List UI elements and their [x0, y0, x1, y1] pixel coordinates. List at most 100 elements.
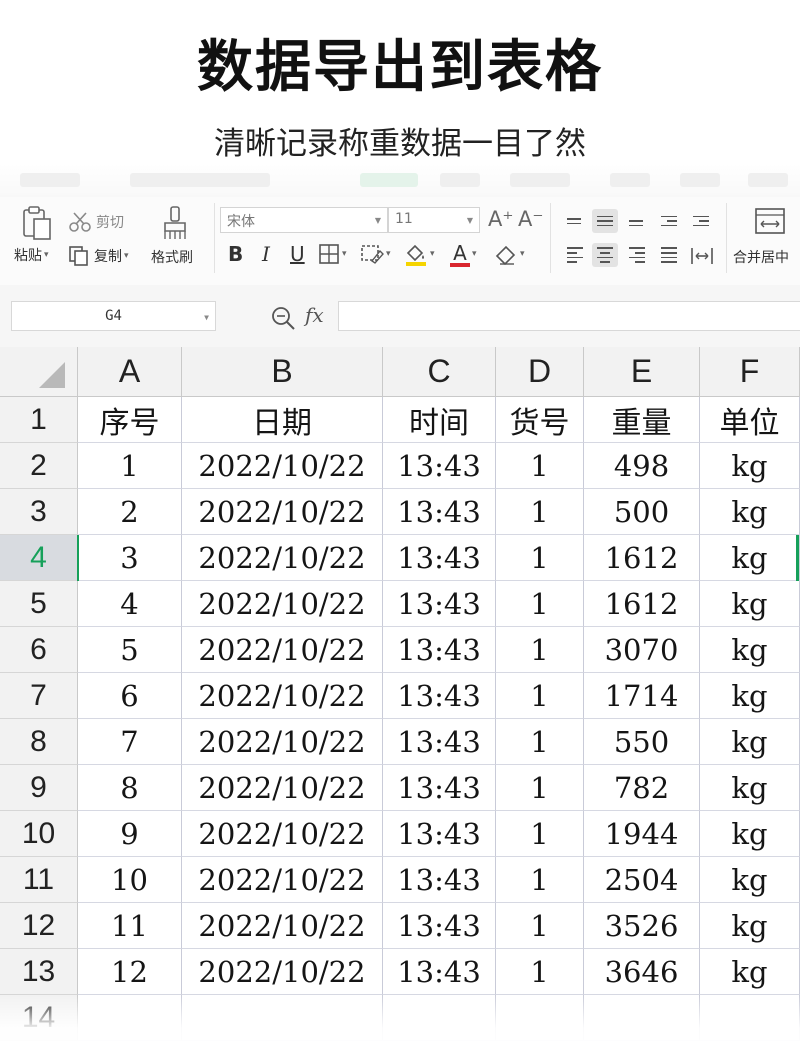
align-center-button[interactable]: [592, 243, 618, 267]
merge-center-button[interactable]: [754, 207, 786, 235]
table-cell[interactable]: 1944: [584, 811, 700, 857]
fill-color-button[interactable]: ▾: [404, 239, 435, 269]
indent-decrease-button[interactable]: [656, 209, 682, 233]
row-header-3[interactable]: 3: [0, 489, 78, 535]
table-cell[interactable]: kg: [700, 443, 800, 489]
italic-button[interactable]: I: [262, 239, 270, 269]
table-cell[interactable]: 2022/10/22: [182, 857, 383, 903]
fx-icon[interactable]: fx: [305, 303, 324, 327]
table-cell[interactable]: 13:43: [383, 535, 496, 581]
table-cell[interactable]: 1: [496, 535, 584, 581]
header-cell[interactable]: 时间: [383, 397, 496, 443]
header-cell[interactable]: 重量: [584, 397, 700, 443]
table-cell[interactable]: 1: [78, 443, 182, 489]
align-top-button[interactable]: [562, 209, 588, 233]
header-cell[interactable]: 货号: [496, 397, 584, 443]
table-cell[interactable]: 8: [78, 765, 182, 811]
column-header-f[interactable]: F: [700, 347, 800, 397]
table-cell[interactable]: 2022/10/22: [182, 673, 383, 719]
header-cell[interactable]: 序号: [78, 397, 182, 443]
table-cell[interactable]: 11: [78, 903, 182, 949]
table-cell[interactable]: kg: [700, 857, 800, 903]
font-name-select[interactable]: 宋体 ▼: [220, 207, 388, 233]
row-header-6[interactable]: 6: [0, 627, 78, 673]
shrink-font-button[interactable]: A⁻: [518, 207, 543, 231]
table-cell[interactable]: 1: [496, 811, 584, 857]
table-cell[interactable]: 1612: [584, 535, 700, 581]
table-cell[interactable]: kg: [700, 903, 800, 949]
table-cell[interactable]: 13:43: [383, 673, 496, 719]
distributed-align-button[interactable]: [690, 245, 714, 267]
table-cell[interactable]: 13:43: [383, 489, 496, 535]
table-cell[interactable]: kg: [700, 627, 800, 673]
select-all-corner[interactable]: [0, 347, 78, 397]
column-header-e[interactable]: E: [584, 347, 700, 397]
table-cell[interactable]: 13:43: [383, 719, 496, 765]
table-cell[interactable]: 10: [78, 857, 182, 903]
align-bottom-button[interactable]: [624, 209, 650, 233]
table-cell[interactable]: 6: [78, 673, 182, 719]
table-cell[interactable]: kg: [700, 949, 800, 995]
table-cell[interactable]: 13:43: [383, 581, 496, 627]
indent-increase-button[interactable]: [688, 209, 714, 233]
table-cell[interactable]: 1: [496, 857, 584, 903]
table-cell[interactable]: 500: [584, 489, 700, 535]
table-cell[interactable]: 2022/10/22: [182, 489, 383, 535]
table-cell[interactable]: kg: [700, 673, 800, 719]
table-cell[interactable]: 2022/10/22: [182, 443, 383, 489]
table-cell[interactable]: [383, 995, 496, 1041]
table-cell[interactable]: 13:43: [383, 443, 496, 489]
justify-button[interactable]: [656, 243, 682, 267]
table-cell[interactable]: 2022/10/22: [182, 719, 383, 765]
align-middle-button[interactable]: [592, 209, 618, 233]
header-cell[interactable]: 单位: [700, 397, 800, 443]
row-header-8[interactable]: 8: [0, 719, 78, 765]
table-cell[interactable]: 1: [496, 489, 584, 535]
table-cell[interactable]: kg: [700, 765, 800, 811]
table-cell[interactable]: 3070: [584, 627, 700, 673]
column-header-b[interactable]: B: [182, 347, 383, 397]
table-cell[interactable]: 12: [78, 949, 182, 995]
table-cell[interactable]: 498: [584, 443, 700, 489]
align-left-button[interactable]: [562, 243, 588, 267]
table-cell[interactable]: 550: [584, 719, 700, 765]
table-cell[interactable]: 2022/10/22: [182, 903, 383, 949]
row-header-4[interactable]: 4: [0, 535, 78, 581]
table-cell[interactable]: 13:43: [383, 627, 496, 673]
table-cell[interactable]: 2: [78, 489, 182, 535]
align-right-button[interactable]: [624, 243, 650, 267]
table-cell[interactable]: 5: [78, 627, 182, 673]
format-painter-button[interactable]: [160, 205, 190, 241]
row-header-11[interactable]: 11: [0, 857, 78, 903]
paste-button[interactable]: [20, 205, 54, 241]
borders-button[interactable]: ▾: [318, 239, 347, 269]
table-cell[interactable]: [496, 995, 584, 1041]
table-cell[interactable]: 1612: [584, 581, 700, 627]
table-cell[interactable]: 13:43: [383, 811, 496, 857]
table-cell[interactable]: [700, 995, 800, 1041]
table-cell[interactable]: 1: [496, 765, 584, 811]
table-cell[interactable]: 7: [78, 719, 182, 765]
grow-font-button[interactable]: A⁺: [488, 207, 513, 231]
clear-format-button[interactable]: ▾: [494, 239, 525, 269]
row-header-10[interactable]: 10: [0, 811, 78, 857]
row-header-5[interactable]: 5: [0, 581, 78, 627]
underline-button[interactable]: U: [290, 239, 305, 269]
row-header-7[interactable]: 7: [0, 673, 78, 719]
table-cell[interactable]: 13:43: [383, 765, 496, 811]
row-header-14[interactable]: 14: [0, 995, 78, 1041]
table-cell[interactable]: 3526: [584, 903, 700, 949]
table-cell[interactable]: 2022/10/22: [182, 949, 383, 995]
font-color-button[interactable]: A ▾: [450, 239, 477, 269]
table-cell[interactable]: [584, 995, 700, 1041]
table-cell[interactable]: 1: [496, 719, 584, 765]
table-cell[interactable]: 3646: [584, 949, 700, 995]
table-cell[interactable]: 1: [496, 673, 584, 719]
table-cell[interactable]: kg: [700, 719, 800, 765]
copy-button[interactable]: 复制 ▾: [68, 245, 129, 267]
cut-button[interactable]: 剪切: [68, 211, 124, 233]
table-cell[interactable]: 2022/10/22: [182, 765, 383, 811]
paste-label[interactable]: 粘贴 ▾: [14, 245, 49, 265]
cell-style-button[interactable]: ▾: [360, 239, 391, 269]
table-cell[interactable]: kg: [700, 581, 800, 627]
